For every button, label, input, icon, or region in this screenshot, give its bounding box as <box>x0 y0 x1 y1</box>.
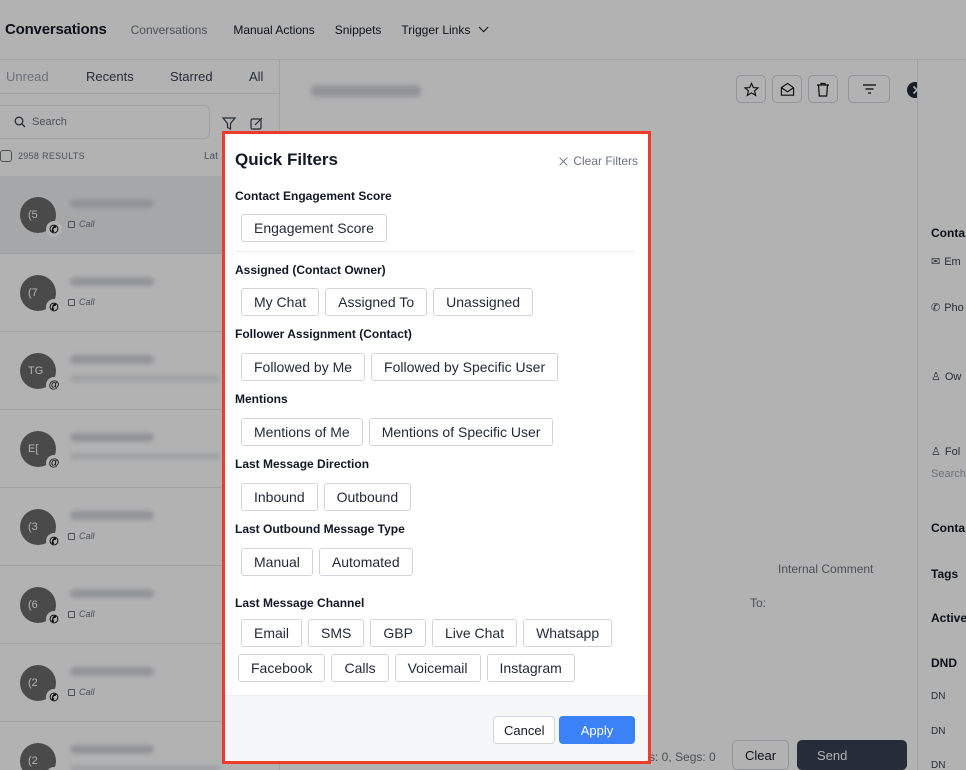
chip-calls[interactable]: Calls <box>331 654 389 682</box>
chip-inbound[interactable]: Inbound <box>241 483 318 511</box>
chip-live-chat[interactable]: Live Chat <box>431 619 518 647</box>
chips-direction: Inbound Outbound <box>241 483 412 511</box>
chip-mentions-of-me[interactable]: Mentions of Me <box>241 418 363 446</box>
close-icon <box>559 157 568 166</box>
chip-voicemail[interactable]: Voicemail <box>394 654 481 682</box>
section-title-engagement: Contact Engagement Score <box>235 189 392 203</box>
clear-filters-button[interactable]: Clear Filters <box>559 154 638 168</box>
chip-mentions-of-specific-user[interactable]: Mentions of Specific User <box>368 418 554 446</box>
quick-filters-modal: Quick Filters Clear Filters Contact Enga… <box>222 131 651 764</box>
section-title-follower: Follower Assignment (Contact) <box>235 327 412 341</box>
chips-channel-row2: Facebook Calls Voicemail Instagram <box>238 654 575 682</box>
chip-whatsapp[interactable]: Whatsapp <box>523 619 613 647</box>
chip-email[interactable]: Email <box>241 619 303 647</box>
section-title-outbound-type: Last Outbound Message Type <box>235 522 405 536</box>
chip-facebook[interactable]: Facebook <box>238 654 326 682</box>
chip-gbp[interactable]: GBP <box>370 619 426 647</box>
chips-channel-row1: Email SMS GBP Live Chat Whatsapp <box>241 619 613 647</box>
chips-outbound-type: Manual Automated <box>241 548 413 576</box>
chip-followed-by-me[interactable]: Followed by Me <box>241 353 366 381</box>
chip-followed-by-specific-user[interactable]: Followed by Specific User <box>371 353 559 381</box>
chip-engagement-score[interactable]: Engagement Score <box>241 214 387 242</box>
chip-outbound[interactable]: Outbound <box>323 483 412 511</box>
chips-assigned: My Chat Assigned To Unassigned <box>241 288 534 316</box>
chip-sms[interactable]: SMS <box>308 619 365 647</box>
modal-title: Quick Filters <box>235 150 338 169</box>
clear-filters-label: Clear Filters <box>573 154 638 168</box>
chip-my-chat[interactable]: My Chat <box>241 288 320 316</box>
section-title-channel: Last Message Channel <box>235 596 365 610</box>
chip-unassigned[interactable]: Unassigned <box>433 288 534 316</box>
chips-follower: Followed by Me Followed by Specific User <box>241 353 559 381</box>
chips-engagement: Engagement Score <box>241 214 387 242</box>
modal-footer: Cancel Apply <box>225 695 648 761</box>
section-title-assigned: Assigned (Contact Owner) <box>235 263 386 277</box>
section-title-mentions: Mentions <box>235 392 288 406</box>
chip-instagram[interactable]: Instagram <box>486 654 575 682</box>
cancel-button[interactable]: Cancel <box>493 716 556 744</box>
chips-mentions: Mentions of Me Mentions of Specific User <box>241 418 554 446</box>
chip-manual[interactable]: Manual <box>241 548 313 576</box>
section-title-direction: Last Message Direction <box>235 457 370 471</box>
apply-button[interactable]: Apply <box>559 716 635 744</box>
chip-automated[interactable]: Automated <box>318 548 413 576</box>
chip-assigned-to[interactable]: Assigned To <box>325 288 428 316</box>
section-divider <box>235 251 635 252</box>
